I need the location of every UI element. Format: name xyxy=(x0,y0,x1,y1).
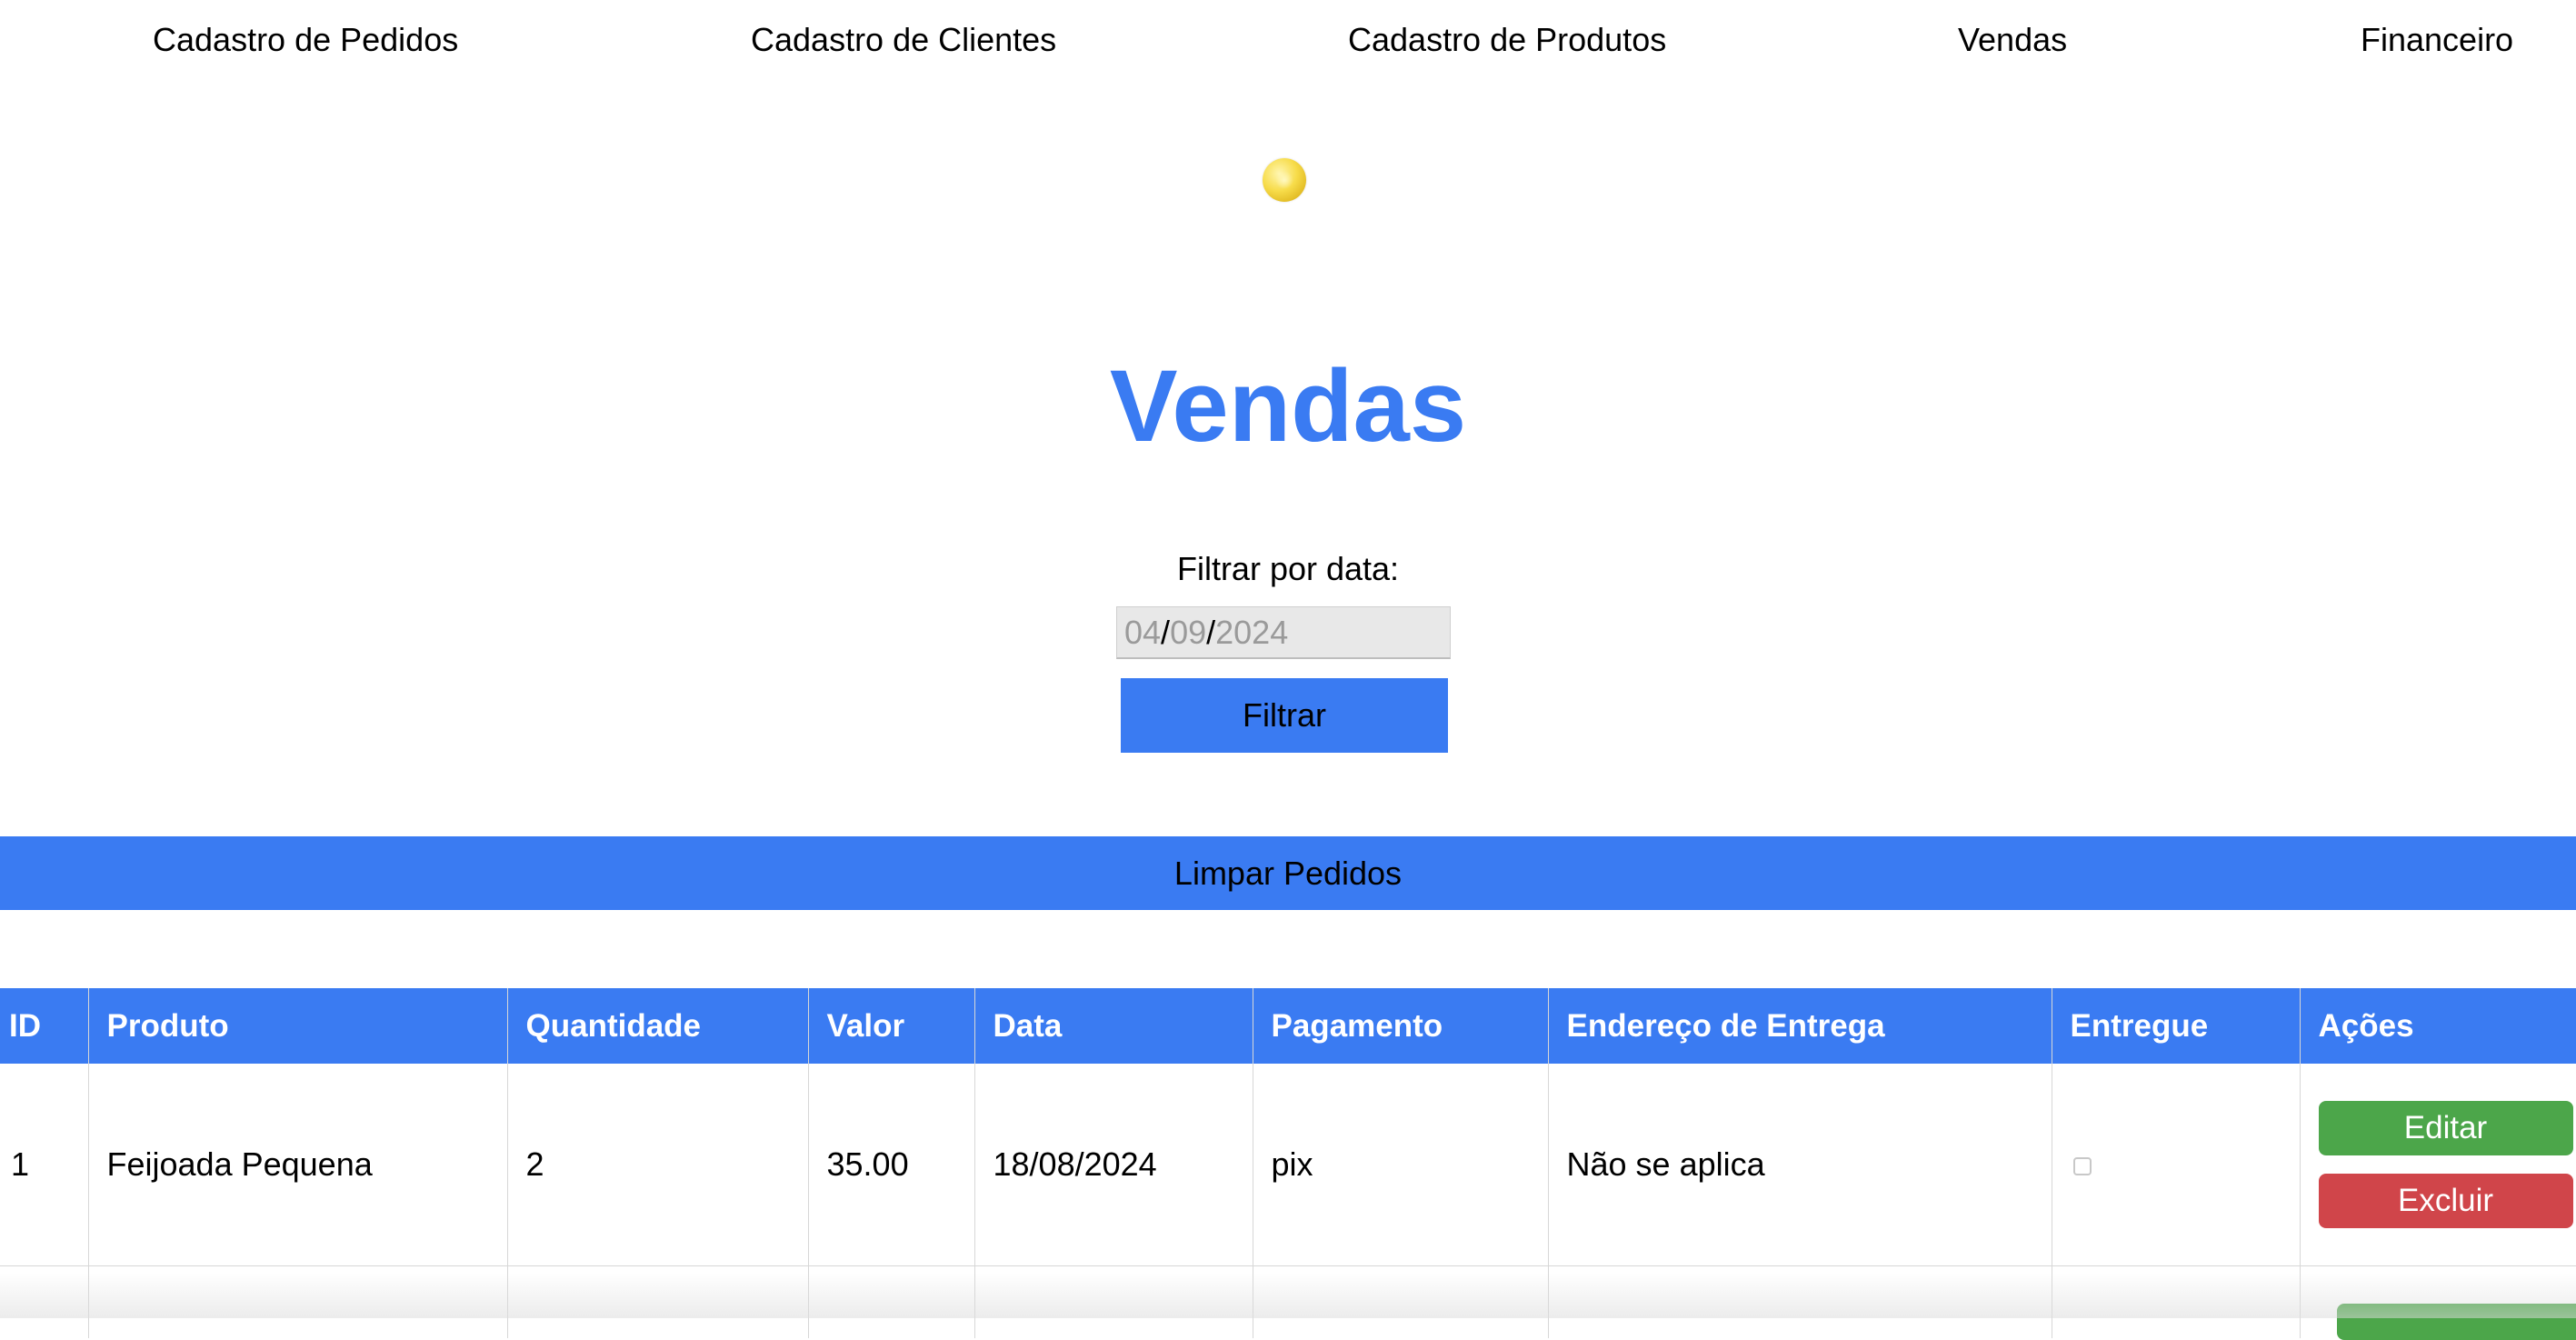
cell-produto xyxy=(88,1265,508,1338)
edit-button[interactable]: Editar xyxy=(2318,1100,2573,1155)
cell-id: 1 xyxy=(0,1064,89,1266)
date-day[interactable]: 04 xyxy=(1124,614,1161,651)
filter-button[interactable]: Filtrar xyxy=(1121,678,1448,753)
column-header-acoes: Ações xyxy=(2300,988,2576,1064)
date-year[interactable]: 2024 xyxy=(1215,614,1288,651)
delivered-checkbox[interactable] xyxy=(2072,1156,2092,1175)
table-row xyxy=(0,1265,2576,1338)
date-separator: / xyxy=(1161,614,1171,651)
cell-entregue xyxy=(2052,1265,2301,1338)
cell-endereco: Não se aplica xyxy=(1548,1064,2052,1266)
cell-id xyxy=(0,1265,89,1338)
cell-data: 18/08/2024 xyxy=(974,1064,1253,1266)
column-header-endereco: Endereço de Entrega xyxy=(1548,988,2052,1064)
top-navigation: Cadastro de Pedidos Cadastro de Clientes… xyxy=(0,0,2576,82)
cell-pagamento: pix xyxy=(1253,1064,1549,1266)
table-header-row: ID Produto Quantidade Valor Data Pagamen… xyxy=(0,988,2576,1064)
cell-produto: Feijoada Pequena xyxy=(88,1064,508,1266)
column-header-produto: Produto xyxy=(88,988,508,1064)
column-header-data: Data xyxy=(974,988,1253,1064)
cell-pagamento xyxy=(1253,1265,1549,1338)
column-header-pagamento: Pagamento xyxy=(1253,988,1549,1064)
cell-entregue xyxy=(2052,1064,2301,1266)
date-filter-input[interactable]: 04/09/2024 xyxy=(1116,606,1451,659)
cell-endereco xyxy=(1548,1265,2052,1338)
cell-valor: 35.00 xyxy=(808,1064,975,1266)
table-row: 1 Feijoada Pequena 2 35.00 18/08/2024 pi… xyxy=(0,1064,2576,1266)
nav-financeiro[interactable]: Financeiro xyxy=(2361,20,2513,60)
column-header-entregue: Entregue xyxy=(2052,988,2301,1064)
column-header-quantidade: Quantidade xyxy=(507,988,809,1064)
cell-acoes: Editar Excluir xyxy=(2300,1064,2576,1266)
filter-label: Filtrar por data: xyxy=(1176,550,1400,587)
clear-orders-button[interactable]: Limpar Pedidos xyxy=(0,836,2576,910)
moon-icon[interactable] xyxy=(1263,158,1306,202)
delete-button[interactable]: Excluir xyxy=(2318,1173,2573,1228)
nav-vendas[interactable]: Vendas xyxy=(1958,20,2067,60)
sales-table: ID Produto Quantidade Valor Data Pagamen… xyxy=(0,988,2576,1338)
column-header-id: ID xyxy=(0,988,89,1064)
nav-cadastro-clientes[interactable]: Cadastro de Clientes xyxy=(751,20,1056,60)
cell-quantidade: 2 xyxy=(507,1064,809,1266)
cell-quantidade xyxy=(507,1265,809,1338)
edit-button[interactable] xyxy=(2337,1304,2576,1340)
column-header-valor: Valor xyxy=(808,988,975,1064)
cell-valor xyxy=(808,1265,975,1338)
page-title: Vendas xyxy=(1109,349,1467,463)
nav-cadastro-pedidos[interactable]: Cadastro de Pedidos xyxy=(153,20,458,60)
nav-cadastro-produtos[interactable]: Cadastro de Produtos xyxy=(1348,20,1666,60)
date-separator: / xyxy=(1206,614,1216,651)
cell-data xyxy=(974,1265,1253,1338)
date-month[interactable]: 09 xyxy=(1170,614,1206,651)
